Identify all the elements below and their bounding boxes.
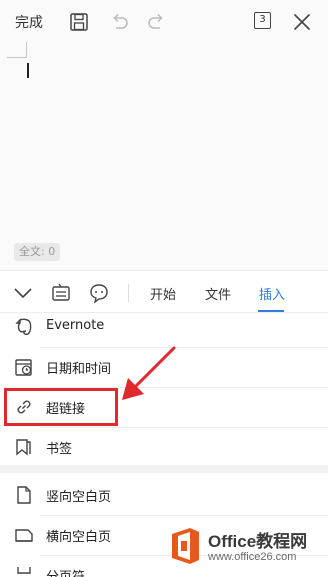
section-separator [0, 465, 328, 473]
landscape-page-icon [13, 524, 35, 546]
keyboard-icon[interactable] [50, 282, 72, 304]
text-cursor [27, 63, 29, 78]
word-count-badge: 全文: 0 [14, 243, 61, 261]
menu-item-label: 竖向空白页 [46, 490, 112, 505]
evernote-icon [13, 316, 35, 338]
tab-start[interactable]: 开始 [150, 284, 176, 303]
margin-corner-mark [7, 57, 27, 58]
menu-item-label: 日期和时间 [46, 362, 112, 377]
document-canvas[interactable]: 全文: 0 [0, 42, 328, 270]
save-icon[interactable] [68, 11, 90, 33]
tab-insert[interactable]: 插入 [259, 284, 285, 303]
chevron-down-icon[interactable] [12, 282, 34, 304]
page-break-icon [13, 564, 35, 577]
menu-item-portrait-blank-page[interactable]: 竖向空白页 [0, 475, 328, 515]
menu-item-evernote[interactable]: Evernote [0, 307, 328, 347]
watermark-url: www.office26.com [208, 551, 297, 563]
redo-icon[interactable] [146, 11, 168, 33]
page-count-badge[interactable]: 3 [254, 12, 271, 29]
tab-file[interactable]: 文件 [205, 284, 231, 303]
emoji-icon[interactable] [88, 282, 110, 304]
top-toolbar: 完成 3 [0, 0, 328, 42]
close-icon[interactable] [291, 11, 313, 33]
pointer-arrow [122, 346, 176, 400]
calendar-clock-icon [13, 356, 35, 378]
bookmark-icon [13, 436, 35, 458]
undo-icon[interactable] [108, 11, 130, 33]
menu-item-label: 书签 [46, 442, 73, 457]
menu-item-bookmark[interactable]: 书签 [0, 427, 328, 467]
menu-item-label: 分页符 [46, 566, 85, 577]
highlight-box [4, 388, 118, 426]
menu-item-label: Evernote [46, 318, 105, 333]
watermark-title: Office教程网 [208, 532, 308, 551]
portrait-page-icon [13, 484, 35, 506]
menu-item-label: 横向空白页 [46, 530, 112, 545]
margin-corner-mark [26, 42, 27, 58]
office-logo-icon [172, 528, 199, 564]
watermark: Office教程网 www.office26.com [162, 520, 328, 577]
done-button[interactable]: 完成 [15, 12, 43, 32]
tab-separator [128, 284, 129, 302]
